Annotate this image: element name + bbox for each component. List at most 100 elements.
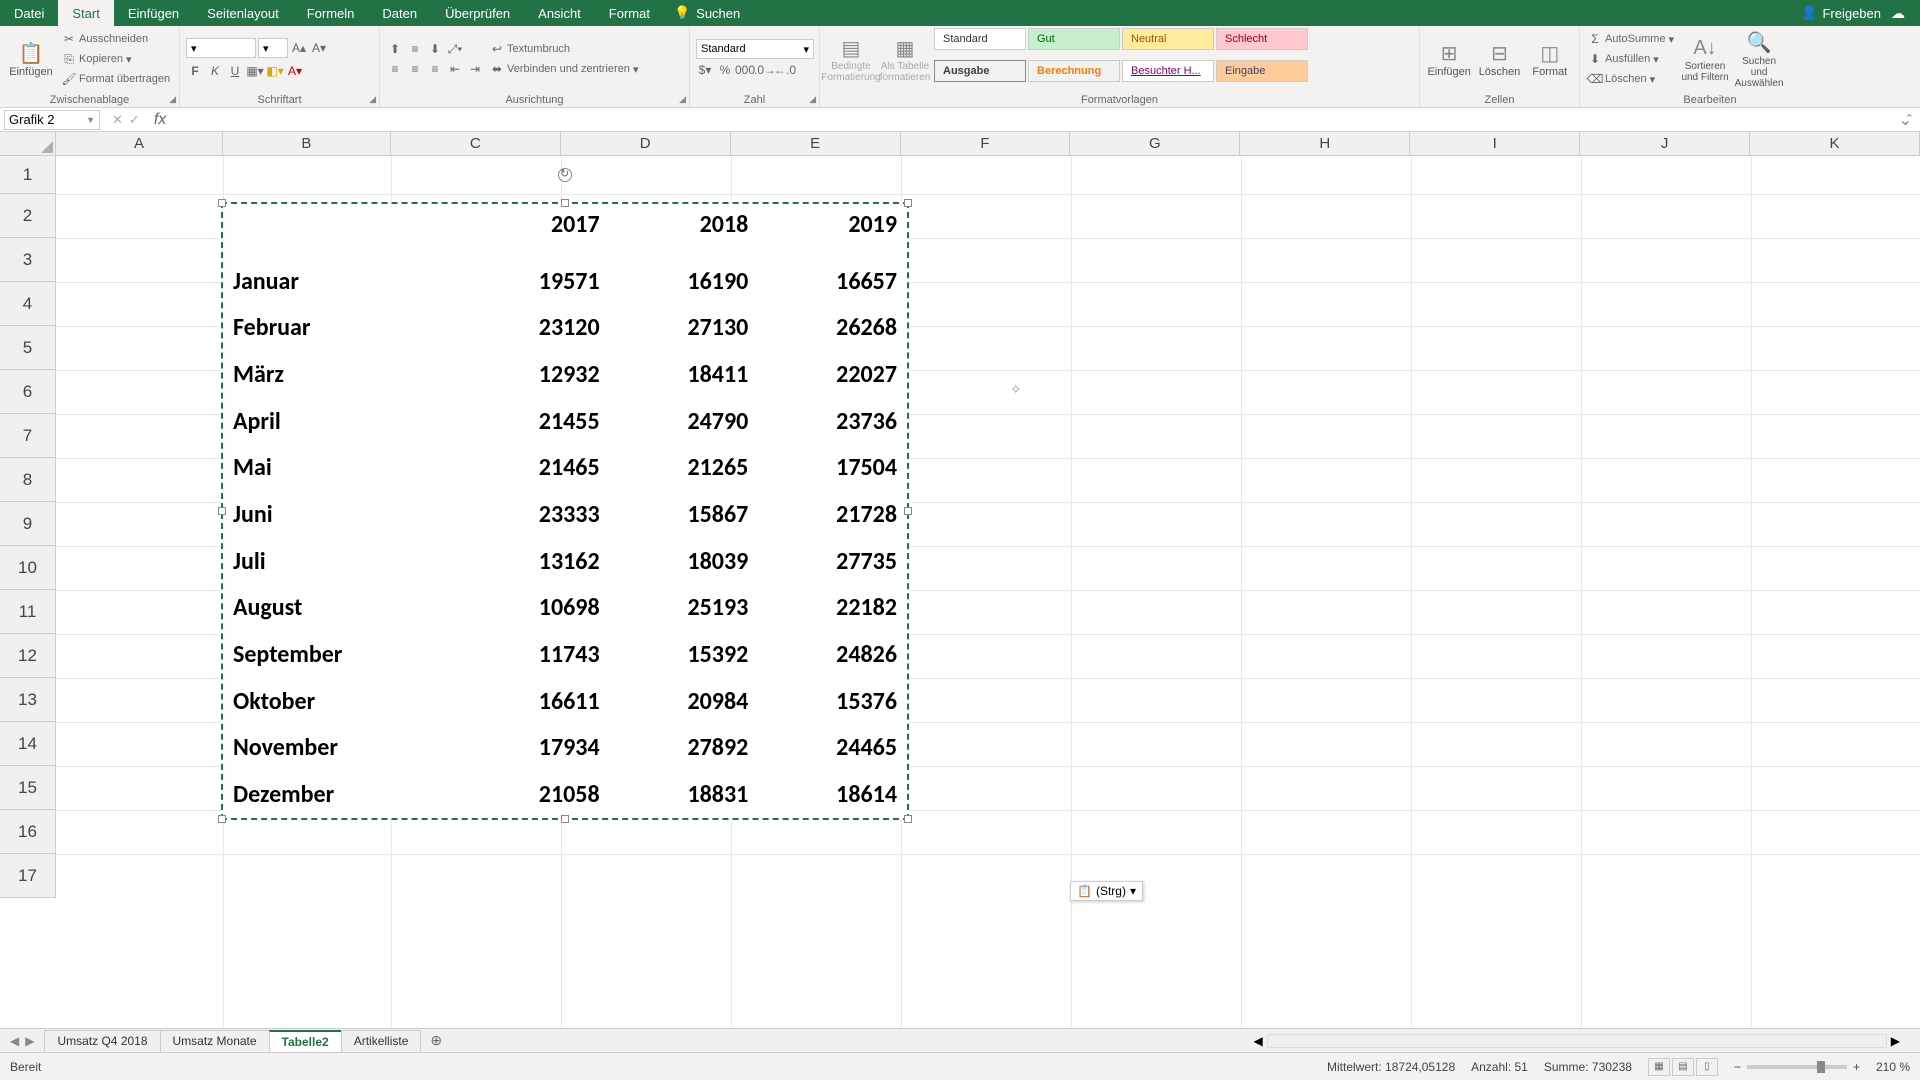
page-layout-button[interactable]: ▤ [1672, 1058, 1694, 1076]
style-besuchter[interactable]: Besuchter H... [1122, 60, 1214, 82]
collapse-ribbon-icon[interactable]: ⌃ [1905, 112, 1914, 125]
resize-handle-tl[interactable] [218, 199, 226, 207]
row-headers[interactable]: 1234567891011121314151617 [0, 156, 56, 898]
tab-einfuegen[interactable]: Einfügen [114, 0, 193, 26]
selected-picture-object[interactable]: 201720182019Januar195711619016657Februar… [221, 202, 909, 820]
row-header-4[interactable]: 4 [0, 282, 55, 326]
zoom-out-button[interactable]: − [1734, 1060, 1741, 1074]
sheet-nav[interactable]: ◀ ▶ [0, 1034, 44, 1048]
inc-decimal-button[interactable]: .0→ [756, 61, 774, 79]
orientation-button[interactable]: ⤢▾ [446, 40, 464, 58]
number-format-combo[interactable]: Standard▾ [696, 39, 814, 59]
increase-font-button[interactable]: A▴ [290, 39, 308, 57]
col-header-E[interactable]: E [731, 132, 901, 155]
cut-button[interactable]: ✂Ausschneiden [60, 30, 172, 48]
tab-daten[interactable]: Daten [368, 0, 431, 26]
normal-view-button[interactable]: ▦ [1648, 1058, 1670, 1076]
align-right-button[interactable]: ≡ [426, 60, 444, 78]
format-cells-button[interactable]: ◫Format [1527, 28, 1573, 90]
row-header-9[interactable]: 9 [0, 502, 55, 546]
col-header-D[interactable]: D [561, 132, 731, 155]
col-header-I[interactable]: I [1410, 132, 1580, 155]
tab-ansicht[interactable]: Ansicht [524, 0, 595, 26]
column-headers[interactable]: ABCDEFGHIJK [56, 132, 1920, 156]
col-header-H[interactable]: H [1240, 132, 1410, 155]
row-header-17[interactable]: 17 [0, 854, 55, 898]
sheet-tab[interactable]: Umsatz Q4 2018 [44, 1030, 160, 1052]
resize-handle-mr[interactable] [904, 507, 912, 515]
tab-formeln[interactable]: Formeln [293, 0, 369, 26]
zoom-slider[interactable]: − + [1734, 1060, 1860, 1074]
share-button[interactable]: 👤 Freigeben [1801, 5, 1881, 21]
number-dialog-launcher[interactable]: ◢ [809, 94, 816, 105]
sheet-tab[interactable]: Tabelle2 [269, 1030, 342, 1052]
resize-handle-tm[interactable] [561, 199, 569, 207]
currency-button[interactable]: $▾ [696, 61, 714, 79]
row-header-2[interactable]: 2 [0, 194, 55, 238]
zoom-track[interactable] [1747, 1065, 1847, 1069]
paste-options-button[interactable]: 📋 (Strg) ▾ [1070, 881, 1143, 901]
select-all-button[interactable] [0, 132, 56, 156]
dec-decimal-button[interactable]: ←.0 [776, 61, 794, 79]
conditional-format-button[interactable]: ▤ Bedingte Formatierung [826, 28, 876, 90]
resize-handle-tr[interactable] [904, 199, 912, 207]
col-header-K[interactable]: K [1750, 132, 1920, 155]
align-left-button[interactable]: ≡ [386, 60, 404, 78]
add-sheet-button[interactable]: ⊕ [420, 1032, 452, 1049]
fill-color-button[interactable]: ◧▾ [266, 62, 284, 80]
clear-button[interactable]: ⌫Löschen ▾ [1586, 70, 1676, 88]
autosum-button[interactable]: ΣAutoSumme ▾ [1586, 30, 1676, 48]
font-name-combo[interactable]: ▾ [186, 38, 256, 58]
insert-cells-button[interactable]: ⊞Einfügen [1426, 28, 1472, 90]
delete-cells-button[interactable]: ⊟Löschen [1476, 28, 1522, 90]
underline-button[interactable]: U [226, 62, 244, 80]
sheet-nav-prev-icon[interactable]: ◀ [10, 1034, 19, 1048]
resize-handle-br[interactable] [904, 815, 912, 823]
format-painter-button[interactable]: 🖌Format übertragen [60, 70, 172, 88]
indent-dec-button[interactable]: ⇤ [446, 60, 464, 78]
alignment-dialog-launcher[interactable]: ◢ [679, 94, 686, 105]
hscroll-left-icon[interactable]: ◀ [1254, 1034, 1263, 1048]
sheet-tab[interactable]: Artikelliste [341, 1030, 422, 1052]
find-select-button[interactable]: 🔍Suchen und Auswählen [1734, 28, 1784, 90]
clipboard-dialog-launcher[interactable]: ◢ [169, 94, 176, 105]
style-eingabe[interactable]: Eingabe [1216, 60, 1308, 82]
row-header-13[interactable]: 13 [0, 678, 55, 722]
decrease-font-button[interactable]: A▾ [310, 39, 328, 57]
row-header-3[interactable]: 3 [0, 238, 55, 282]
row-header-5[interactable]: 5 [0, 326, 55, 370]
resize-handle-bl[interactable] [218, 815, 226, 823]
percent-button[interactable]: % [716, 61, 734, 79]
row-header-6[interactable]: 6 [0, 370, 55, 414]
wrap-text-button[interactable]: ↩Textumbruch [488, 40, 640, 58]
tab-start[interactable]: Start [58, 0, 113, 26]
font-color-button[interactable]: A▾ [286, 62, 304, 80]
row-header-14[interactable]: 14 [0, 722, 55, 766]
row-header-15[interactable]: 15 [0, 766, 55, 810]
zoom-thumb[interactable] [1817, 1061, 1825, 1073]
font-size-combo[interactable]: ▾ [258, 38, 288, 58]
sort-filter-button[interactable]: A↓Sortieren und Filtern [1680, 28, 1730, 90]
col-header-C[interactable]: C [391, 132, 561, 155]
style-neutral[interactable]: Neutral [1122, 28, 1214, 50]
align-bottom-button[interactable]: ⬇ [426, 40, 444, 58]
style-gut[interactable]: Gut [1028, 28, 1120, 50]
row-header-10[interactable]: 10 [0, 546, 55, 590]
tab-format[interactable]: Format [595, 0, 664, 26]
enter-formula-icon[interactable]: ✓ [129, 112, 140, 128]
tab-datei[interactable]: Datei [0, 0, 58, 26]
merge-button[interactable]: ⬌Verbinden und zentrieren ▾ [488, 60, 640, 78]
resize-handle-ml[interactable] [218, 507, 226, 515]
col-header-F[interactable]: F [901, 132, 1071, 155]
comments-icon[interactable]: ☁ [1891, 5, 1905, 22]
italic-button[interactable]: K [206, 62, 224, 80]
rotate-handle[interactable] [558, 168, 572, 182]
sheet-nav-next-icon[interactable]: ▶ [25, 1034, 34, 1048]
page-break-button[interactable]: ▯ [1696, 1058, 1718, 1076]
font-dialog-launcher[interactable]: ◢ [369, 94, 376, 105]
col-header-B[interactable]: B [223, 132, 391, 155]
cell-styles-gallery[interactable]: Standard Gut Neutral Schlecht Ausgabe Be… [934, 28, 1308, 90]
thousands-button[interactable]: 000 [736, 61, 754, 79]
tab-ueberpruefen[interactable]: Überprüfen [431, 0, 524, 26]
row-header-1[interactable]: 1 [0, 156, 55, 194]
